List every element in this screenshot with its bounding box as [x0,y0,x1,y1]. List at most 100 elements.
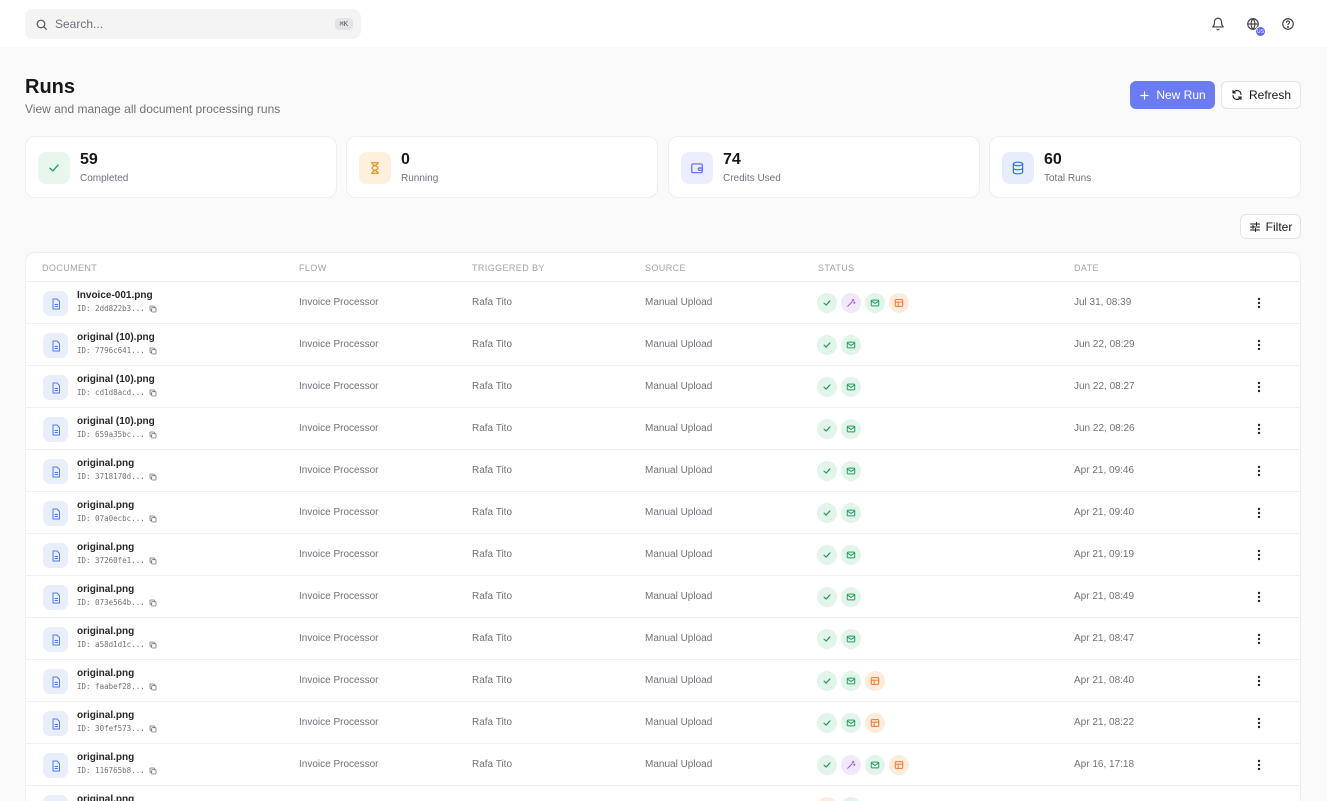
table-row[interactable]: original.png ID: 07a0ecbc... Invoice Proce… [26,492,1300,534]
document-name[interactable]: original.png [77,542,134,553]
more-options-icon[interactable] [1252,505,1266,521]
copy-icon[interactable] [149,641,157,649]
mail-icon [841,797,861,801]
status-badges [817,377,861,397]
more-options-icon[interactable] [1252,337,1266,353]
more-options-icon[interactable] [1252,295,1266,311]
check-icon [817,671,837,691]
stat-card-running: 0 Running [346,136,658,198]
check-icon [817,587,837,607]
document-name[interactable]: original.png [77,794,134,801]
source-cell: Manual Upload [645,423,713,434]
status-badges [817,797,861,801]
table-header: DOCUMENT FLOW TRIGGERED BY SOURCE STATUS… [26,253,1300,282]
table-row[interactable]: Invoice-001.png ID: 2dd822b3... Invoice Pr… [26,282,1300,324]
table-row[interactable]: original.png ID: faabef28... Invoice Proce… [26,660,1300,702]
document-id-text: ID: 37260fe1... [77,556,145,565]
more-options-icon[interactable] [1252,715,1266,731]
copy-icon[interactable] [149,599,157,607]
table-row[interactable]: original.png ID: 30fef573... Invoice Proce… [26,702,1300,744]
more-options-icon[interactable] [1252,589,1266,605]
copy-icon[interactable] [149,389,157,397]
source-cell: Manual Upload [645,675,713,686]
magic-wand-icon [841,293,861,313]
document-id: ID: 7796c641... [77,346,157,355]
more-options-icon[interactable] [1252,631,1266,647]
document-name[interactable]: original.png [77,668,134,679]
source-cell: Manual Upload [645,339,713,350]
bell-icon[interactable] [1209,15,1227,33]
copy-icon[interactable] [149,767,157,775]
document-name[interactable]: original.png [77,584,134,595]
document-id-text: ID: 07a0ecbc... [77,514,145,523]
table-row[interactable]: original.png ID: 37260fe1... Invoice Proce… [26,534,1300,576]
document-name[interactable]: original (10).png [77,332,155,343]
table-row[interactable]: original.png ID: a58d1d1c... Invoice Proce… [26,618,1300,660]
document-id: ID: 2dd822b3... [77,304,157,313]
status-badges [817,419,861,439]
more-options-icon[interactable] [1252,757,1266,773]
mail-icon [841,671,861,691]
flow-cell: Invoice Processor [299,339,379,350]
mail-icon [841,587,861,607]
mail-icon [841,335,861,355]
table-row[interactable]: original (10).png ID: 659a35bc... Invoice … [26,408,1300,450]
triggered-by-cell: Rafa Tito [472,591,513,602]
table-row[interactable]: original.png ID: 3718170d... Invoice Proce… [26,450,1300,492]
more-options-icon[interactable] [1252,547,1266,563]
table-row[interactable]: original (10).png ID: 7796c641... Invoice … [26,324,1300,366]
document-id-text: ID: 3718170d... [77,472,145,481]
document-id-text: ID: 073e564b... [77,598,145,607]
refresh-button[interactable]: Refresh [1221,81,1301,109]
search-bar[interactable]: ⌘K [25,9,361,39]
database-icon [1002,152,1034,184]
document-name[interactable]: original.png [77,458,134,469]
help-circle-icon[interactable] [1279,15,1297,33]
document-name[interactable]: original.png [77,710,134,721]
stat-label: Credits Used [723,173,781,184]
copy-icon[interactable] [149,725,157,733]
more-options-icon[interactable] [1252,421,1266,437]
more-options-icon[interactable] [1252,379,1266,395]
table-row[interactable]: original.png ID: 116765b8... Invoice Proce… [26,744,1300,786]
copy-icon[interactable] [149,431,157,439]
document-name[interactable]: original.png [77,752,134,763]
more-options-icon[interactable] [1252,673,1266,689]
document-name[interactable]: original.png [77,500,134,511]
status-badges [817,671,885,691]
source-cell: Manual Upload [645,465,713,476]
date-cell: Jun 22, 08:27 [1074,381,1135,392]
search-input[interactable] [55,17,335,31]
document-name[interactable]: original (10).png [77,416,155,427]
copy-icon[interactable] [149,473,157,481]
copy-icon[interactable] [149,683,157,691]
more-options-icon[interactable] [1252,463,1266,479]
document-id: ID: 37260fe1... [77,556,157,565]
date-cell: Apr 21, 09:40 [1074,507,1135,518]
stat-value: 0 [401,151,410,168]
filter-button[interactable]: Filter [1240,214,1301,239]
mail-icon [841,713,861,733]
date-cell: Apr 16, 17:18 [1074,759,1135,770]
table-icon [889,755,909,775]
table-icon [889,293,909,313]
mail-icon [841,629,861,649]
document-id: ID: 30fef573... [77,724,157,733]
table-row[interactable]: original.png [26,786,1300,801]
new-run-button[interactable]: New Run [1130,81,1215,109]
copy-icon[interactable] [149,305,157,313]
copy-icon[interactable] [149,557,157,565]
status-badges [817,293,909,313]
column-header-document: DOCUMENT [42,263,98,273]
document-id-text: ID: 7796c641... [77,346,145,355]
table-row[interactable]: original (10).png ID: cd1d8acd... Invoice … [26,366,1300,408]
table-row[interactable]: original.png ID: 073e564b... Invoice Proce… [26,576,1300,618]
copy-icon[interactable] [149,347,157,355]
document-name[interactable]: original (10).png [77,374,155,385]
globe-icon[interactable]: US [1244,15,1266,37]
document-name[interactable]: Invoice-001.png [77,290,153,301]
document-name[interactable]: original.png [77,626,134,637]
copy-icon[interactable] [149,515,157,523]
stat-label: Completed [80,173,129,184]
document-icon [43,333,68,358]
